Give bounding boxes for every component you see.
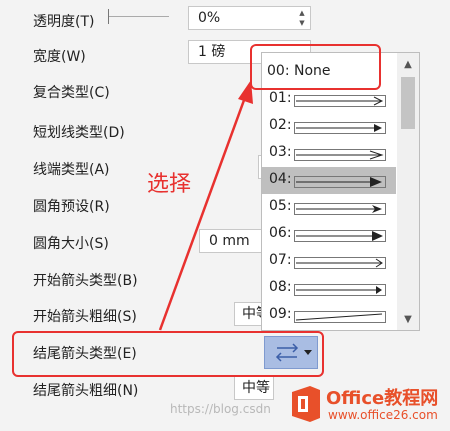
brand-url: www.office26.com: [328, 408, 438, 422]
annotation-select-text: 选择: [147, 172, 192, 197]
watermark-url: https://blog.csdn: [170, 402, 271, 416]
office-logo-icon: [292, 386, 320, 422]
annotation-arrow-icon: [158, 80, 253, 331]
brand-title: Office教程网: [326, 388, 439, 409]
office-logo: [288, 384, 324, 428]
